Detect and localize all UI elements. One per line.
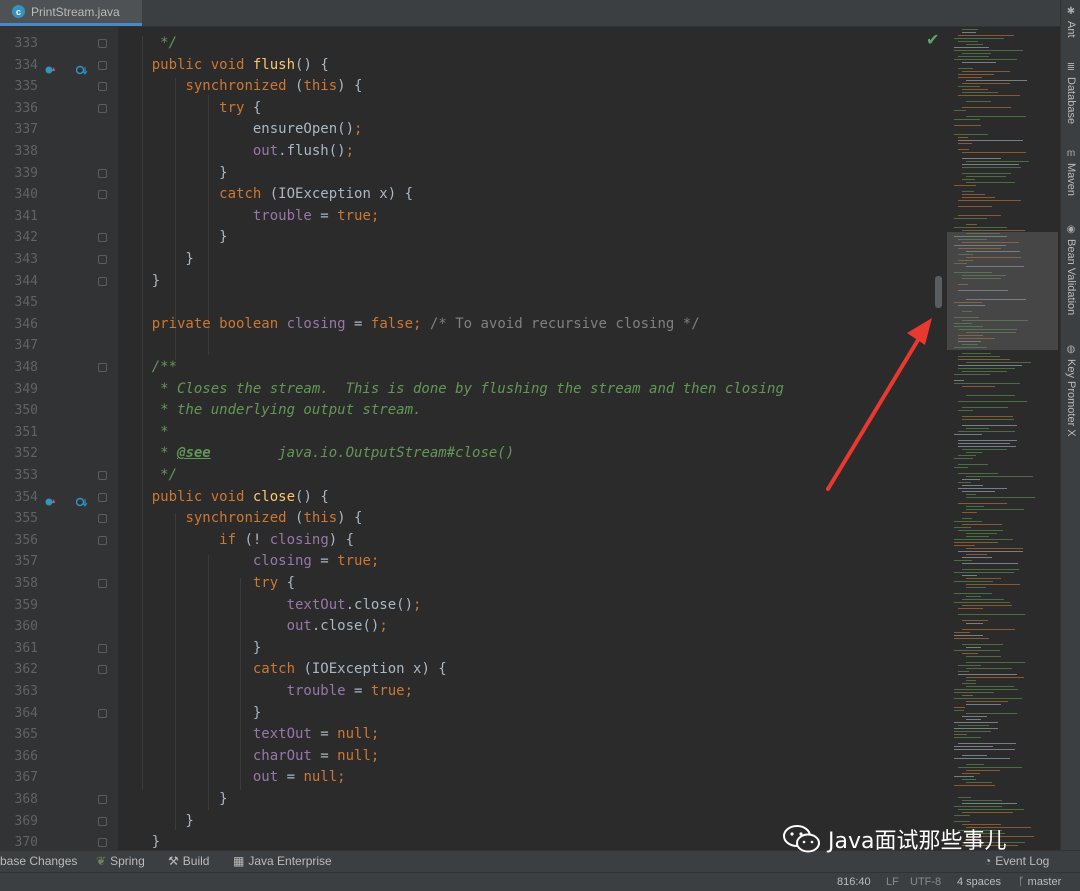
red-annotation-arrow <box>826 318 932 491</box>
